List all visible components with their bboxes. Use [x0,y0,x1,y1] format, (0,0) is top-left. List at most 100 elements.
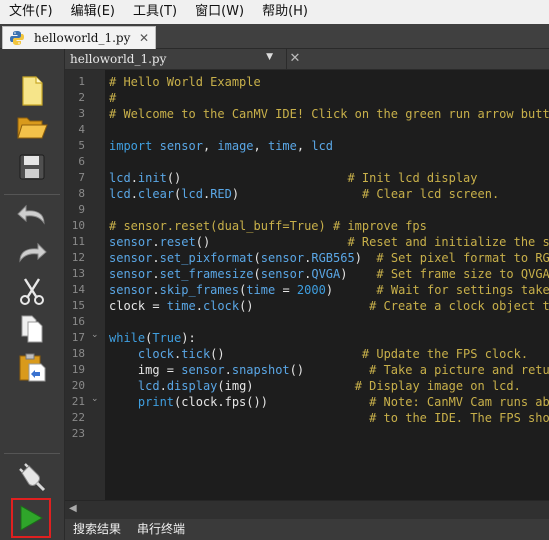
code-editor[interactable]: # Hello World Example # # Welcome to the C… [105,70,549,500]
code-token: # [109,91,117,105]
code-token: RGB565 [311,251,355,265]
new-file-button[interactable] [14,73,50,109]
menu-help[interactable]: 帮助(H) [253,0,317,24]
code-line: # Hello World Example [109,74,261,90]
code-token: img = [109,363,182,377]
tab-helloworld[interactable]: helloworld_1.py ✕ [2,26,156,49]
line-number: 13 [71,267,85,280]
code-token: set_framesize [159,267,254,281]
line-number: 16 [71,315,85,328]
copy-icon [21,315,43,343]
tab-close-icon[interactable]: ✕ [139,31,149,45]
code-token: ) [354,251,377,265]
code-token: RED [210,187,232,201]
run-button[interactable] [11,498,51,538]
code-token: . [130,171,138,185]
code-token: # Reset and initialize the sensor. [347,235,549,249]
code-line: lcd.init() # Init lcd display [109,170,478,186]
code-token: # Create a clock object to track the FPS… [369,299,549,313]
line-number: 1 [78,75,85,88]
menu-tools[interactable]: 工具(T) [124,0,186,24]
menu-window[interactable]: 窗口(W) [186,0,253,24]
open-file-button[interactable] [14,109,50,145]
toolbar-divider [4,194,60,195]
code-token: skip_frames [159,283,240,297]
tab-label: helloworld_1.py [34,31,131,45]
code-token: image [217,139,254,153]
code-line: while(True): [109,330,196,346]
line-number: 10 [71,219,85,232]
line-number: 7 [78,171,85,184]
line-number: 4 [78,123,85,136]
menu-file[interactable]: 文件(F) [0,0,62,24]
code-token: . [224,363,232,377]
code-token: () [239,299,370,313]
code-token: lcd [109,187,131,201]
line-number: 15 [71,299,85,312]
paste-icon [19,353,46,382]
chevron-down-icon: ▼ [266,52,273,62]
code-token: clear [137,187,175,201]
code-line: import sensor, image, time, lcd [109,138,333,154]
code-token: init [137,171,167,185]
new-file-icon [22,76,43,106]
code-token: while [109,331,146,345]
tab-serial-terminal[interactable]: 串行终端 [129,519,193,540]
code-token: import [109,139,153,153]
line-number: 17 [71,331,85,344]
copy-button[interactable] [14,311,50,347]
code-token: lcd [311,139,334,153]
code-token: # Wait for settings take effect. [376,283,549,297]
connect-button[interactable] [14,459,50,495]
code-line: # Welcome to the CanMV IDE! Click on the… [109,106,549,122]
code-token: . [152,283,160,297]
code-token: True [152,331,182,345]
code-line: print(clock.fps()) # Note: CanMV Cam run… [109,394,549,410]
close-editor-icon[interactable]: ✕ [286,49,303,69]
code-line: # [109,90,116,106]
code-token: () [166,171,348,185]
code-token: lcd [109,171,131,185]
fold-toggle-icon[interactable]: ⌄ [91,391,99,407]
redo-button[interactable] [14,235,50,271]
line-number: 11 [71,235,85,248]
code-token: sensor [260,267,305,281]
bottom-panel-bar: 搜索结果 串行终端 [65,519,549,540]
code-token: clock = [109,299,167,313]
code-token: sensor [109,267,153,281]
python-file-icon [10,31,24,45]
editor-header: helloworld_1.py ▼ ✕ [65,49,549,70]
code-token: ( [253,251,261,265]
code-token: () [210,347,362,361]
scroll-left-icon[interactable]: ◀ [69,503,77,514]
code-token: sensor [260,251,305,265]
line-number: 21 [71,395,85,408]
line-number: 8 [78,187,85,200]
code-token: ( [253,267,261,281]
cut-button[interactable] [14,273,50,309]
code-line: sensor.reset() # Reset and initialize th… [109,234,549,250]
horizontal-scrollbar[interactable]: ◀ [65,500,549,519]
code-token: . [152,267,160,281]
code-token: sensor [109,251,153,265]
code-line: img = sensor.snapshot() # Take a picture… [109,362,549,378]
code-line: lcd.display(img) # Display image on lcd. [109,378,521,394]
code-token: display [166,379,218,393]
file-selector-dropdown[interactable]: helloworld_1.py ▼ [65,49,279,69]
line-number-gutter: 1 2 3 4 5 6 7 8 9 10 11 12 13 14 15 16 17 18 19 20 21 22 23 ⌄ ⌄ [65,70,105,500]
code-token: sensor [159,139,203,153]
save-file-button[interactable] [14,149,50,185]
menu-edit[interactable]: 编辑(E) [62,0,124,24]
undo-button[interactable] [14,197,50,233]
code-token: ): [181,331,196,345]
paste-button[interactable] [14,349,50,385]
document-tab-bar: helloworld_1.py ✕ [0,24,549,49]
fold-toggle-icon[interactable]: ⌄ [91,327,99,343]
code-token: () [289,363,370,377]
code-token: # Clear lcd screen. [361,187,500,201]
tab-search-results[interactable]: 搜索结果 [65,519,129,540]
line-number: 12 [71,251,85,264]
line-number: 6 [78,155,85,168]
